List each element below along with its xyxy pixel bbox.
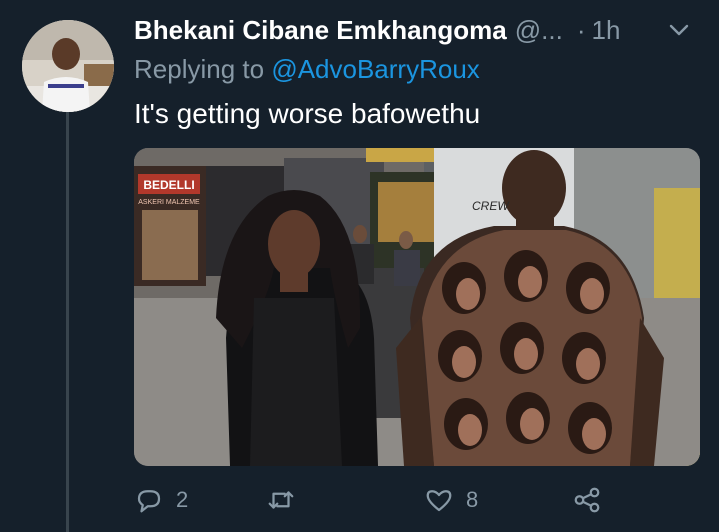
reply-icon xyxy=(137,490,161,513)
retweet-button[interactable] xyxy=(266,478,308,522)
photo-illustration: BEDELLI ASKERI MALZEME CREW xyxy=(134,148,700,466)
like-count: 8 xyxy=(466,487,479,512)
tweet-header: Bhekani Cibane Emkhangoma @... · 1h xyxy=(134,12,705,48)
thread-line xyxy=(66,108,69,532)
shop-sign-subtext: ASKERI MALZEME xyxy=(138,199,200,206)
tweet-actions: 2 8 xyxy=(134,478,624,522)
like-button[interactable]: 8 xyxy=(424,478,478,522)
tweet-media-photo[interactable]: BEDELLI ASKERI MALZEME CREW xyxy=(134,148,700,466)
replying-to: Replying to @AdvoBarryRoux xyxy=(134,54,480,85)
author-name[interactable]: Bhekani Cibane Emkhangoma xyxy=(134,15,507,46)
reply-count: 2 xyxy=(176,487,189,512)
share-button[interactable] xyxy=(572,478,602,522)
timestamp[interactable]: 1h xyxy=(592,15,621,46)
shop-sign-text: BEDELLI xyxy=(143,178,194,192)
reply-button[interactable]: 2 xyxy=(134,478,188,522)
share-icon xyxy=(574,487,600,513)
author-handle[interactable]: @... xyxy=(515,15,563,46)
tweet-text: It's getting worse bafowethu xyxy=(134,98,481,129)
replying-to-label: Replying to xyxy=(134,54,265,84)
separator-dot: · xyxy=(576,14,586,45)
chevron-down-icon[interactable] xyxy=(667,18,691,42)
replying-to-mention[interactable]: @AdvoBarryRoux xyxy=(271,54,479,84)
heart-icon xyxy=(426,490,452,512)
avatar[interactable] xyxy=(22,20,114,112)
avatar-image xyxy=(22,20,114,112)
shirt-text: CREW xyxy=(472,199,510,213)
retweet-icon xyxy=(268,491,294,509)
